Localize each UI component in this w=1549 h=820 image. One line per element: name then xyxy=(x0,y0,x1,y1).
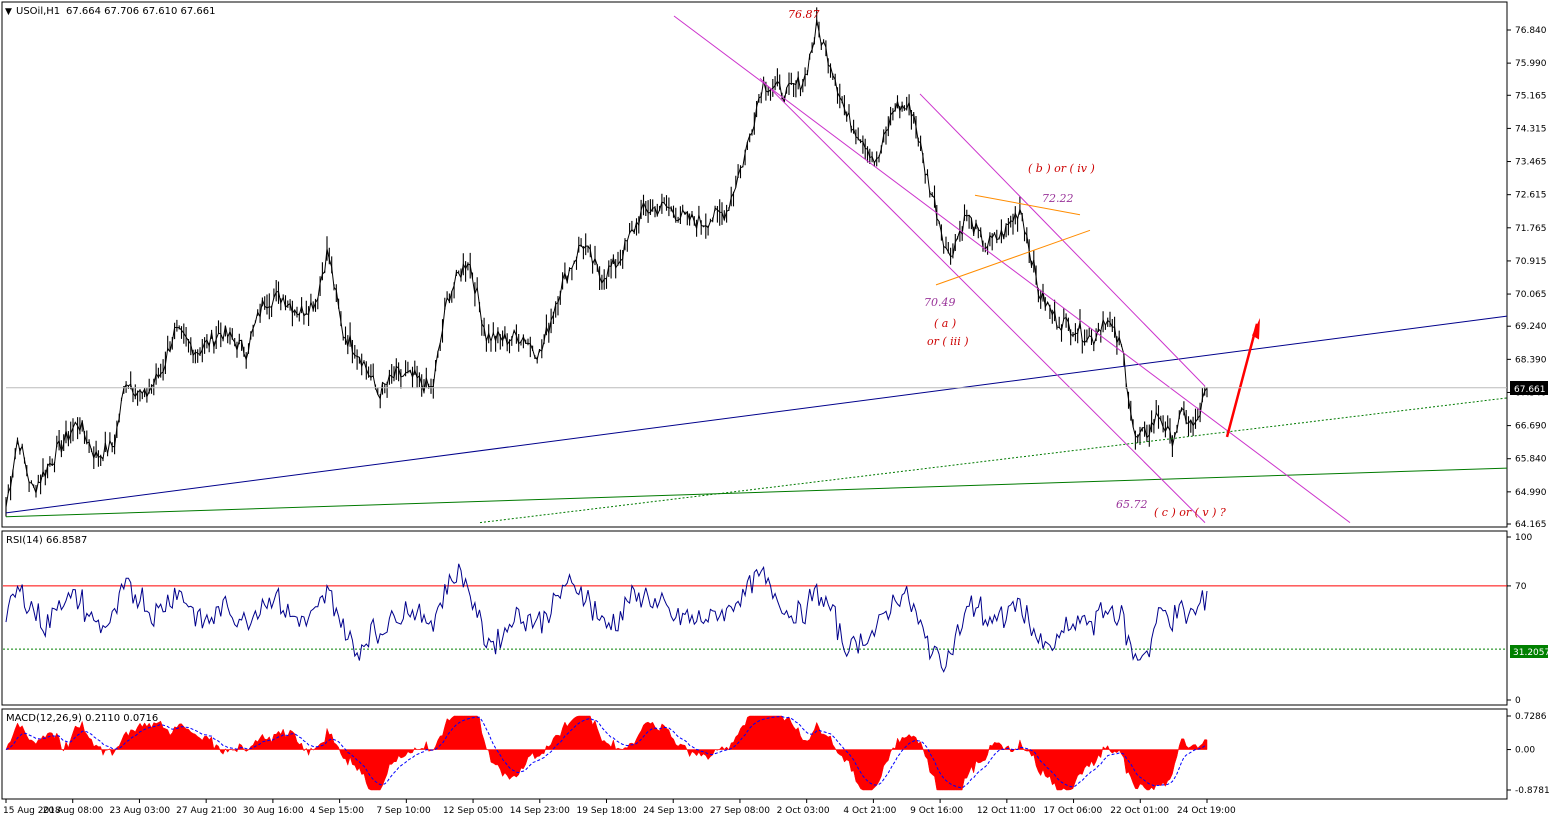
macd-tick-label: -0.8781 xyxy=(1515,786,1549,796)
rsi-pane-frame xyxy=(1,530,1508,706)
time-tick-label: 4 Sep 15:00 xyxy=(310,806,365,816)
annotation-c-wave: ( c ) or ( v ) ? xyxy=(1154,506,1226,519)
annotation-low-a: 70.49 xyxy=(924,296,956,309)
time-tick-label: 2 Oct 03:00 xyxy=(777,806,830,816)
symbol-dropdown-icon[interactable]: ▼ xyxy=(5,7,12,17)
symbol-label: USOil,H1 xyxy=(16,6,60,17)
rsi-label: RSI(14) 66.8587 xyxy=(6,535,87,546)
price-tick-label: 70.065 xyxy=(1515,290,1547,300)
price-tick-label: 69.240 xyxy=(1515,322,1547,332)
time-tick-label: 23 Aug 03:00 xyxy=(109,806,170,816)
price-tick-label: 64.990 xyxy=(1515,488,1547,498)
time-tick-label: 30 Aug 16:00 xyxy=(243,806,304,816)
time-tick-label: 27 Sep 08:00 xyxy=(710,806,770,816)
macd-tick-label: 0.00 xyxy=(1515,746,1535,756)
price-tick-label: 66.690 xyxy=(1515,422,1547,432)
time-tick-label: 19 Sep 18:00 xyxy=(577,806,637,816)
time-tick-label: 22 Oct 01:00 xyxy=(1110,806,1169,816)
price-tick-label: 74.315 xyxy=(1515,124,1547,134)
price-tick-label: 75.165 xyxy=(1515,91,1547,101)
rsi-tick-label: 100 xyxy=(1515,533,1532,543)
time-tick-label: 27 Aug 21:00 xyxy=(176,806,237,816)
time-tick-label: 20 Aug 08:00 xyxy=(43,806,104,816)
time-tick-label: 17 Oct 06:00 xyxy=(1044,806,1103,816)
price-tick-label: 75.990 xyxy=(1515,59,1547,69)
rsi-level-label: 31.2057 xyxy=(1513,648,1549,658)
annotation-a-wave: ( a ) xyxy=(934,317,956,330)
annotation-a-alt: or ( iii ) xyxy=(927,335,969,348)
time-tick-label: 7 Sep 10:00 xyxy=(376,806,431,816)
rsi-tick-label: 0 xyxy=(1515,696,1521,706)
time-tick-label: 12 Sep 05:00 xyxy=(443,806,503,816)
time-tick-label: 24 Oct 19:00 xyxy=(1177,806,1236,816)
macd-tick-label: 0.7286 xyxy=(1515,712,1547,722)
price-tick-label: 76.840 xyxy=(1515,26,1547,36)
price-tick-label: 73.465 xyxy=(1515,158,1547,168)
chart-canvas: 76.840 75.990 75.165 74.315 73.465 72.615 71.7… xyxy=(1,1,1549,816)
macd-label: MACD(12,26,9) 0.2110 0.0716 xyxy=(6,713,158,724)
current-price-label: 67.661 xyxy=(1514,385,1546,395)
price-tick-label: 70.915 xyxy=(1515,257,1547,267)
time-tick-label: 4 Oct 21:00 xyxy=(843,806,896,816)
annotation-high: 76.87 xyxy=(788,8,820,21)
price-tick-label: 65.840 xyxy=(1515,455,1547,465)
annotation-b-wave: ( b ) or ( iv ) xyxy=(1028,162,1095,175)
time-tick-label: 24 Sep 13:00 xyxy=(643,806,703,816)
ohlc-label: 67.664 67.706 67.610 67.661 xyxy=(66,6,216,17)
time-tick-label: 14 Sep 23:00 xyxy=(510,806,570,816)
annotation-triangle-high: 72.22 xyxy=(1042,192,1074,205)
time-tick-label: 9 Oct 16:00 xyxy=(910,806,963,816)
price-tick-label: 71.765 xyxy=(1515,224,1547,234)
rsi-tick-label: 70 xyxy=(1515,582,1527,592)
price-pane-frame xyxy=(1,1,1508,528)
annotation-low-c: 65.72 xyxy=(1116,498,1148,511)
price-tick-label: 64.165 xyxy=(1515,520,1547,530)
time-tick-label: 12 Oct 11:00 xyxy=(977,806,1036,816)
price-tick-label: 72.615 xyxy=(1515,191,1547,201)
price-tick-label: 68.390 xyxy=(1515,355,1547,365)
